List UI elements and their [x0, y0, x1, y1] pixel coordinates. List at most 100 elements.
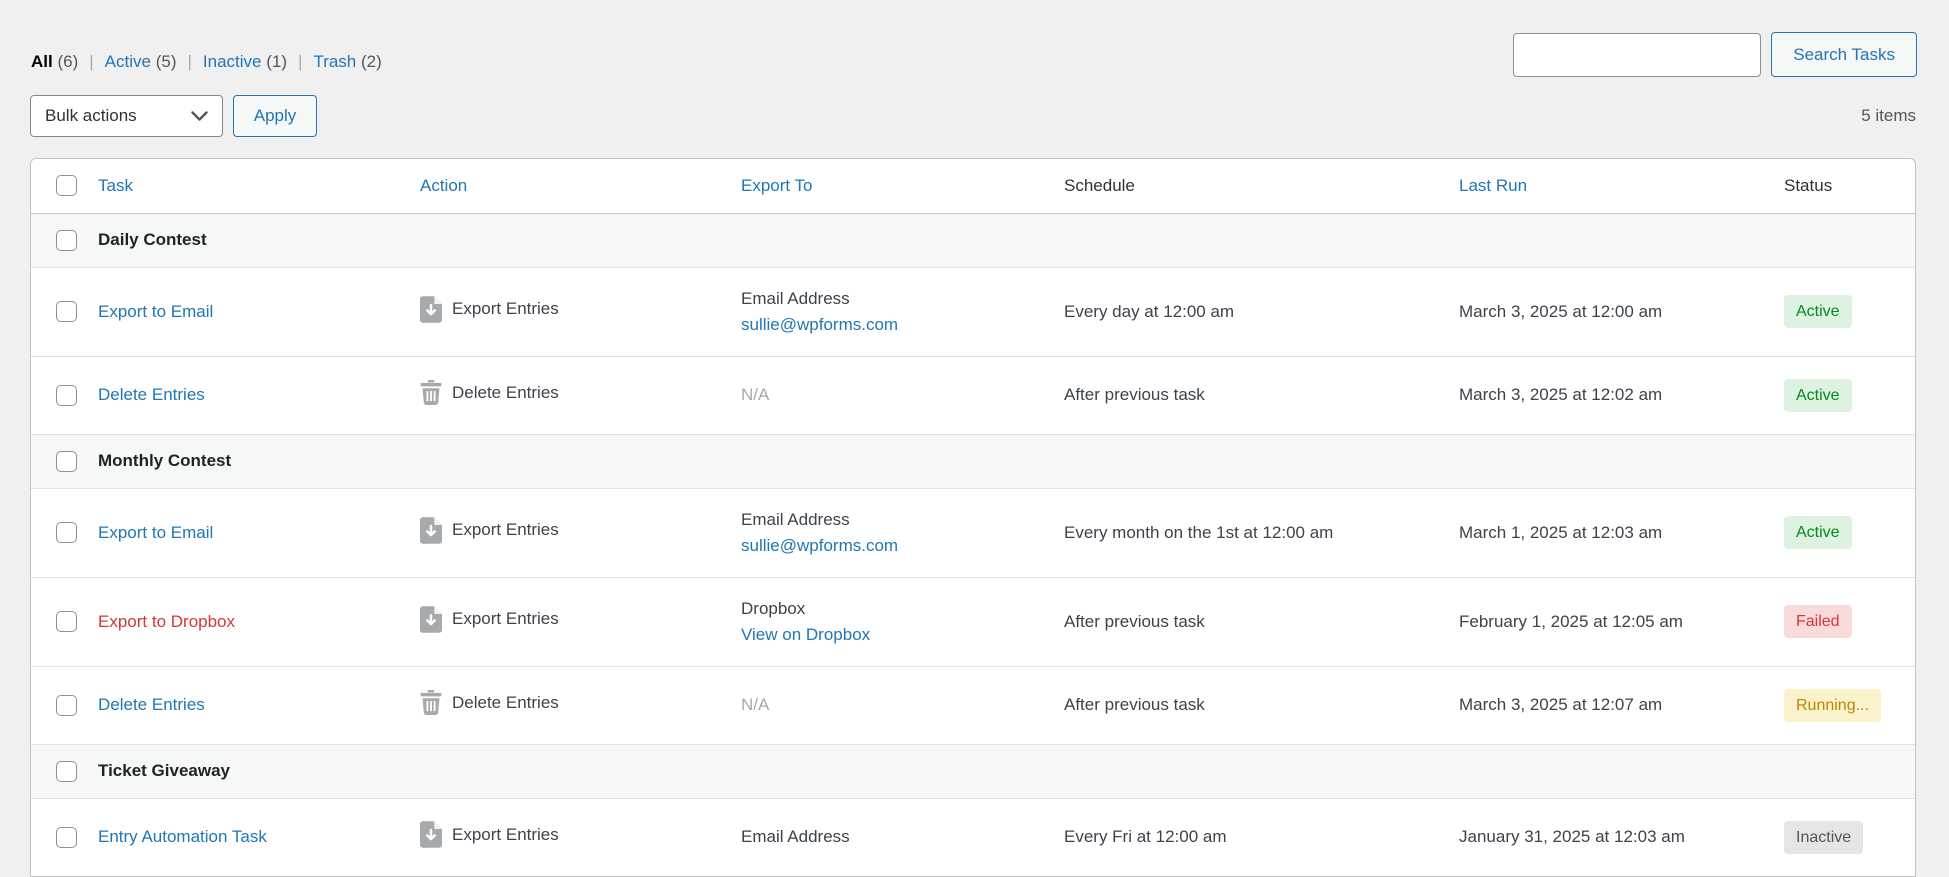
filter-link-all[interactable]: All — [31, 52, 53, 71]
row-checkbox[interactable] — [56, 522, 77, 543]
export-to-content: Email Address — [741, 806, 1064, 868]
column-sort-link[interactable]: Export To — [741, 176, 813, 195]
row-checkbox-cell — [31, 434, 86, 488]
export-destination-link[interactable]: View on Dropbox — [741, 625, 870, 644]
action-label-group: Export Entries — [420, 296, 559, 323]
file-export-icon — [420, 606, 442, 633]
row-checkbox-cell — [31, 488, 86, 577]
schedule-cell: After previous task — [1064, 577, 1459, 666]
action-label: Export Entries — [452, 299, 559, 319]
bulk-actions-select[interactable]: Bulk actions — [30, 95, 223, 137]
export-to-cell: Email Addresssullie@wpforms.com — [741, 267, 1064, 356]
row-checkbox[interactable] — [56, 301, 77, 322]
filter-link-trash[interactable]: Trash — [313, 52, 356, 71]
search-input[interactable] — [1513, 33, 1761, 77]
group-header-row: Monthly Contest — [31, 434, 1915, 488]
row-checkbox[interactable] — [56, 451, 77, 472]
export-destination-link[interactable]: sullie@wpforms.com — [741, 315, 898, 334]
file-export-icon — [420, 296, 442, 323]
status-badge: Running... — [1784, 689, 1881, 722]
tasks-table: TaskActionExport ToScheduleLast RunStatu… — [30, 158, 1916, 877]
group-title: Ticket Giveaway — [86, 744, 1915, 798]
trash-icon — [420, 380, 442, 405]
last-run-cell: March 3, 2025 at 12:07 am — [1459, 666, 1784, 744]
action-cell: Export Entries — [420, 488, 741, 577]
last-run-cell: February 1, 2025 at 12:05 am — [1459, 577, 1784, 666]
task-name-cell: Export to Email — [86, 267, 420, 356]
status-cell: Active — [1784, 267, 1915, 356]
status-badge: Failed — [1784, 605, 1852, 638]
filter-separator: | — [89, 52, 93, 71]
filter-count: (5) — [156, 52, 177, 71]
status-cell: Active — [1784, 488, 1915, 577]
task-row: Delete Entries Delete Entries N/AAfter pre… — [31, 666, 1915, 744]
task-row: Delete Entries Delete Entries N/AAfter pre… — [31, 356, 1915, 434]
select-all-checkbox[interactable] — [56, 175, 77, 196]
schedule-cell: After previous task — [1064, 666, 1459, 744]
action-label-group: Delete Entries — [420, 690, 559, 715]
filter-link-inactive[interactable]: Inactive — [203, 52, 262, 71]
column-sort-link[interactable]: Last Run — [1459, 176, 1527, 195]
export-destination-label: Dropbox — [741, 596, 1064, 622]
row-checkbox[interactable] — [56, 695, 77, 716]
schedule-cell: Every Fri at 12:00 am — [1064, 798, 1459, 876]
file-export-icon — [420, 517, 442, 544]
task-row: Export to Dropbox Export Entries Dropbox Vi… — [31, 577, 1915, 666]
export-to-cell: Dropbox View on Dropbox — [741, 577, 1064, 666]
items-count: 5 items — [1861, 95, 1916, 137]
status-badge: Active — [1784, 516, 1852, 549]
task-link[interactable]: Export to Email — [98, 302, 213, 321]
bulk-actions-toolbar: Bulk actions Apply 5 items — [30, 95, 1917, 137]
export-to-content: N/A — [741, 364, 1064, 426]
schedule-cell: After previous task — [1064, 356, 1459, 434]
status-cell: Running... — [1784, 666, 1915, 744]
task-name-cell: Entry Automation Task — [86, 798, 420, 876]
filter-count: (6) — [57, 52, 78, 71]
action-cell: Export Entries — [420, 798, 741, 876]
row-checkbox[interactable] — [56, 385, 77, 406]
status-cell: Inactive — [1784, 798, 1915, 876]
column-header-action: Action — [420, 159, 741, 213]
schedule-cell: Every day at 12:00 am — [1064, 267, 1459, 356]
column-header-last-run: Last Run — [1459, 159, 1784, 213]
row-checkbox[interactable] — [56, 230, 77, 251]
column-header-schedule: Schedule — [1064, 159, 1459, 213]
task-link[interactable]: Delete Entries — [98, 695, 205, 714]
export-destination-link-line: sullie@wpforms.com — [741, 533, 1064, 559]
action-cell: Export Entries — [420, 577, 741, 666]
task-link[interactable]: Export to Email — [98, 523, 213, 542]
group-title: Daily Contest — [86, 213, 1915, 267]
row-checkbox[interactable] — [56, 761, 77, 782]
status-cell: Active — [1784, 356, 1915, 434]
action-label: Delete Entries — [452, 383, 559, 403]
row-checkbox-cell — [31, 744, 86, 798]
column-header-task: Task — [86, 159, 420, 213]
export-destination-label: N/A — [741, 382, 1064, 408]
action-label-group: Export Entries — [420, 821, 559, 848]
row-checkbox-cell — [31, 356, 86, 434]
apply-button[interactable]: Apply — [233, 95, 317, 137]
search-tasks-button[interactable]: Search Tasks — [1771, 32, 1917, 77]
export-destination-label: Email Address — [741, 507, 1064, 533]
status-filter-links: All (6)|Active (5)|Inactive (1)|Trash (2… — [31, 52, 382, 72]
task-link[interactable]: Delete Entries — [98, 385, 205, 404]
export-destination-link-line: View on Dropbox — [741, 622, 1064, 648]
export-to-cell: Email Address — [741, 798, 1064, 876]
table-header-row: TaskActionExport ToScheduleLast RunStatu… — [31, 159, 1915, 213]
column-sort-link[interactable]: Action — [420, 176, 467, 195]
bulk-actions-label: Bulk actions — [45, 106, 137, 126]
status-badge: Active — [1784, 295, 1852, 328]
column-sort-link[interactable]: Task — [98, 176, 133, 195]
task-link[interactable]: Entry Automation Task — [98, 827, 267, 846]
filter-link-active[interactable]: Active — [105, 52, 151, 71]
row-checkbox-cell — [31, 213, 86, 267]
export-to-content: N/A — [741, 674, 1064, 736]
export-destination-link[interactable]: sullie@wpforms.com — [741, 536, 898, 555]
task-link[interactable]: Export to Dropbox — [98, 612, 235, 631]
action-label-group: Export Entries — [420, 606, 559, 633]
action-label: Export Entries — [452, 609, 559, 629]
row-checkbox[interactable] — [56, 611, 77, 632]
filter-count: (2) — [361, 52, 382, 71]
export-destination-label: N/A — [741, 692, 1064, 718]
row-checkbox[interactable] — [56, 827, 77, 848]
